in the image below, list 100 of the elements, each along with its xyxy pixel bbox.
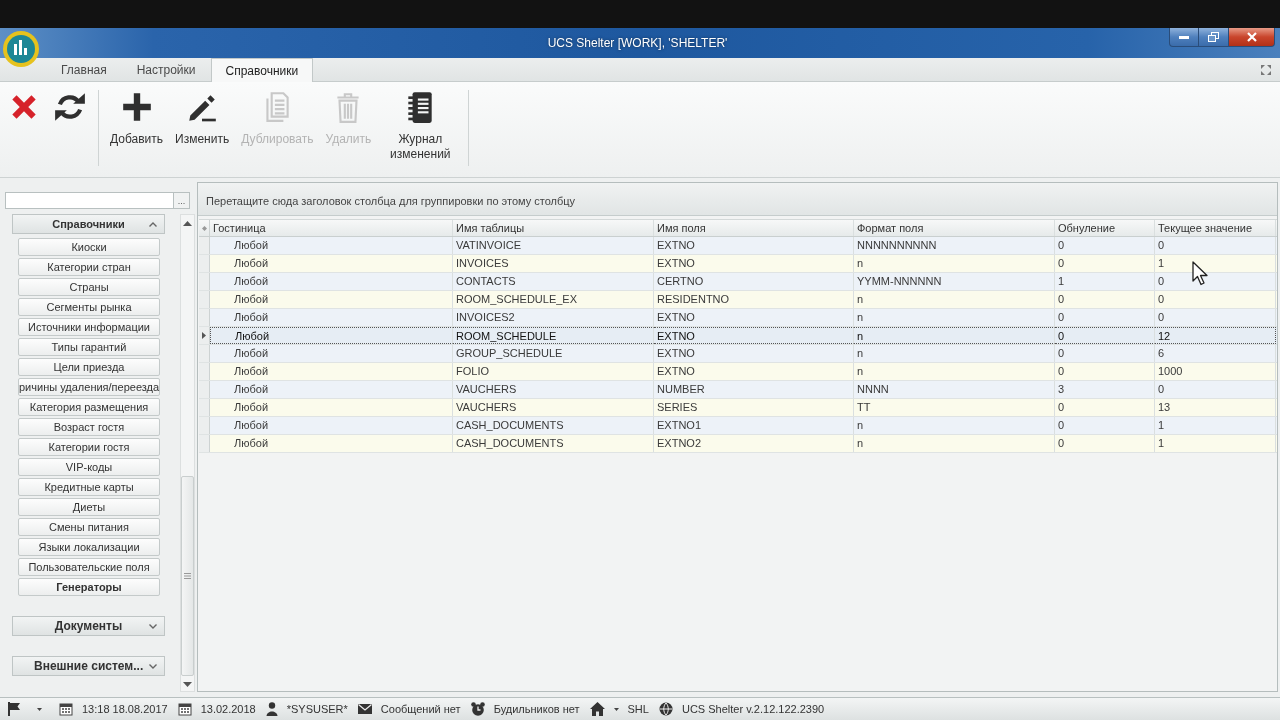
caret-down-icon[interactable]	[37, 707, 42, 711]
nav-item[interactable]: Диеты	[18, 498, 160, 516]
window-title: UCS Shelter [WORK], 'SHELTER'	[547, 36, 728, 50]
scroll-up-icon[interactable]	[183, 221, 192, 226]
caret-down-icon[interactable]	[613, 707, 619, 711]
table-cell: 0	[1155, 291, 1276, 308]
nav-item[interactable]: Цели приезда	[18, 358, 160, 376]
row-header[interactable]	[199, 327, 210, 344]
alarm-clock-icon[interactable]	[470, 702, 485, 716]
table-cell: GROUP_SCHEDULE	[453, 345, 654, 362]
table-cell: Любой	[210, 363, 453, 380]
table-cell: Любой	[210, 345, 453, 362]
nav-item[interactable]: Генераторы	[18, 578, 160, 596]
caret-up-icon	[149, 221, 157, 227]
column-header[interactable]: Обнуление	[1055, 220, 1155, 236]
ribbon-button[interactable]: Журнал изменений	[380, 90, 461, 166]
person-icon	[265, 702, 278, 716]
scrollbar[interactable]	[180, 214, 195, 692]
close-button[interactable]	[1229, 28, 1275, 47]
table-row[interactable]: Любой CONTACTS CERTNO YYMM-NNNNNN 1 0	[199, 273, 1277, 291]
table-cell: VAUCHERS	[453, 399, 654, 416]
column-header[interactable]: Текущее значение	[1155, 220, 1276, 236]
column-header[interactable]: Имя таблицы	[453, 220, 654, 236]
row-header[interactable]	[199, 220, 210, 236]
column-header[interactable]: Гостиница	[210, 220, 453, 236]
nav-item[interactable]: Кредитные карты	[18, 478, 160, 496]
nav-item[interactable]: Категория размещения	[18, 398, 160, 416]
table-cell: 1000	[1155, 363, 1276, 380]
table-row[interactable]: Любой INVOICES EXTNO n 0 1	[199, 255, 1277, 273]
nav-item[interactable]: Сегменты рынка	[18, 298, 160, 316]
nav-group-header[interactable]: Внешние систем...	[12, 656, 165, 676]
table-row[interactable]: Любой CASH_DOCUMENTS EXTNO1 n 0 1	[199, 417, 1277, 435]
nav-item[interactable]: Источники информации	[18, 318, 160, 336]
table-row[interactable]: Любой ROOM_SCHEDULE EXTNO n 0 12	[199, 327, 1277, 345]
table-cell: Любой	[210, 291, 453, 308]
ribbon-tab[interactable]: Настройки	[121, 58, 211, 81]
nav-item[interactable]: Киоски	[18, 238, 160, 256]
nav-item[interactable]: Типы гарантий	[18, 338, 160, 356]
caret-down-icon	[149, 623, 157, 629]
nav-item[interactable]: Категории стран	[18, 258, 160, 276]
ribbon-button[interactable]: Изменить	[172, 90, 233, 166]
table-cell: Любой	[210, 237, 453, 254]
nav-group-header[interactable]: Справочники	[12, 214, 165, 234]
ribbon-tab[interactable]: Главная	[46, 58, 122, 81]
table-row[interactable]: Любой CASH_DOCUMENTS EXTNO2 n 0 1	[199, 435, 1277, 453]
table-row[interactable]: Любой VAUCHERS NUMBER NNNN 3 0	[199, 381, 1277, 399]
nav-item[interactable]: ричины удаления/переезда	[18, 378, 160, 396]
status-text: SHL	[627, 703, 649, 715]
table-cell: EXTNO	[654, 327, 854, 344]
table-cell: 12	[1155, 327, 1276, 344]
flag-icon[interactable]	[7, 702, 21, 716]
envelope-icon[interactable]	[357, 704, 372, 714]
caret-down-icon	[149, 663, 158, 669]
column-header[interactable]: Формат поля	[854, 220, 1055, 236]
table-cell: 0	[1055, 363, 1155, 380]
table-cell: VAUCHERS	[453, 381, 654, 398]
browse-button[interactable]: ...	[174, 192, 190, 209]
table-row[interactable]: Любой FOLIO EXTNO n 0 1000	[199, 363, 1277, 381]
table-cell: Любой	[210, 435, 453, 452]
status-text: Будильников нет	[493, 703, 580, 715]
minimize-button[interactable]	[1169, 28, 1199, 47]
table-cell: n	[854, 345, 1055, 362]
table-row[interactable]: Любой INVOICES2 EXTNO n 0 0	[199, 309, 1277, 327]
table-cell: n	[854, 309, 1055, 326]
nav-item[interactable]: Категории гостя	[18, 438, 160, 456]
nav-item[interactable]: Пользовательские поля	[18, 558, 160, 576]
table-cell: NUMBER	[654, 381, 854, 398]
ribbon-button[interactable]: Добавить	[107, 90, 167, 166]
table-cell: EXTNO	[654, 345, 854, 362]
table-cell: n	[854, 435, 1055, 452]
nav-item[interactable]: Языки локализации	[18, 538, 160, 556]
calendar-icon	[59, 702, 73, 716]
table-cell: CASH_DOCUMENTS	[453, 435, 654, 452]
table-row[interactable]: Любой ROOM_SCHEDULE_EX RESIDENTNO n 0 0	[199, 291, 1277, 309]
nav-group-header[interactable]: Документы	[12, 616, 165, 636]
table-cell: EXTNO2	[654, 435, 854, 452]
diamond-icon	[201, 225, 207, 231]
ribbon-tab[interactable]: Справочники	[210, 58, 314, 82]
table-row[interactable]: Любой VATINVOICE EXTNO NNNNNNNNNN 0 0	[199, 237, 1277, 255]
home-icon[interactable]	[589, 702, 605, 716]
four-arrows-icon[interactable]	[1261, 64, 1271, 75]
table-row[interactable]: Любой GROUP_SCHEDULE EXTNO n 0 6	[199, 345, 1277, 363]
table-cell: 0	[1155, 381, 1276, 398]
table-row[interactable]: Любой VAUCHERS SERIES TT 0 13	[199, 399, 1277, 417]
restore-button[interactable]	[1199, 28, 1229, 47]
nav-item[interactable]: Смены питания	[18, 518, 160, 536]
nav-item[interactable]: Возраст гостя	[18, 418, 160, 436]
table-cell: n	[854, 417, 1055, 434]
table-cell: EXTNO	[654, 255, 854, 272]
status-text: Сообщений нет	[380, 703, 461, 715]
nav-item[interactable]: VIP-коды	[18, 458, 160, 476]
status-text: 13.02.2018	[200, 703, 256, 715]
scrollbar-thumb[interactable]	[181, 476, 194, 676]
search-field[interactable]	[5, 192, 174, 209]
scroll-down-icon[interactable]	[183, 682, 192, 687]
table-cell: 6	[1155, 345, 1276, 362]
column-header[interactable]: Имя поля	[654, 220, 854, 236]
table-cell: NNNNNNNNNN	[854, 237, 1055, 254]
table-cell: VATINVOICE	[453, 237, 654, 254]
nav-item[interactable]: Страны	[18, 278, 160, 296]
